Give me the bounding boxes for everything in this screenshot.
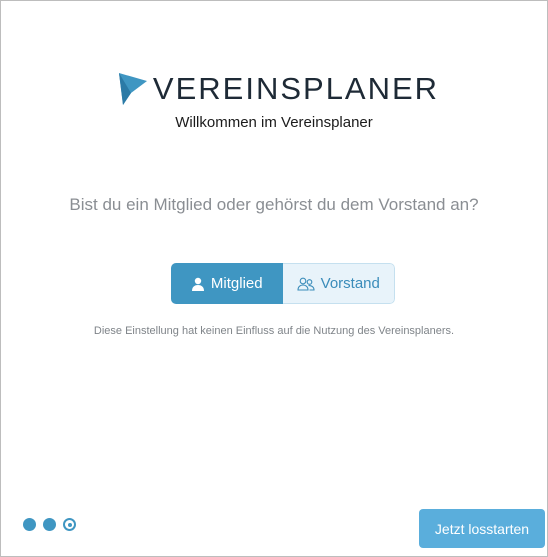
step-indicator [23,518,76,531]
onboarding-window: VEREINSPLANER Willkommen im Vereinsplane… [0,0,548,557]
option-mitglied-button[interactable]: Mitglied [171,263,283,304]
step-dot-1[interactable] [23,518,36,531]
option-vorstand-button[interactable]: Vorstand [282,263,395,304]
option-mitglied-label: Mitglied [210,275,263,292]
step-dot-2[interactable] [43,518,56,531]
start-button[interactable]: Jetzt losstarten [419,509,545,548]
flag-logo-icon [118,73,147,105]
welcome-tagline: Willkommen im Vereinsplaner [175,114,373,131]
role-selector: Mitglied Vorstand [171,263,395,304]
step-dot-3-current[interactable] [63,518,76,531]
app-logo: VEREINSPLANER [1,71,547,107]
users-group-icon [297,277,315,291]
setting-hint: Diese Einstellung hat keinen Einfluss au… [93,325,455,337]
role-question: Bist du ein Mitglied oder gehörst du dem… [69,195,479,214]
user-icon [191,277,205,291]
option-vorstand-label: Vorstand [320,275,380,292]
logo-wordmark: VEREINSPLANER [152,71,440,106]
